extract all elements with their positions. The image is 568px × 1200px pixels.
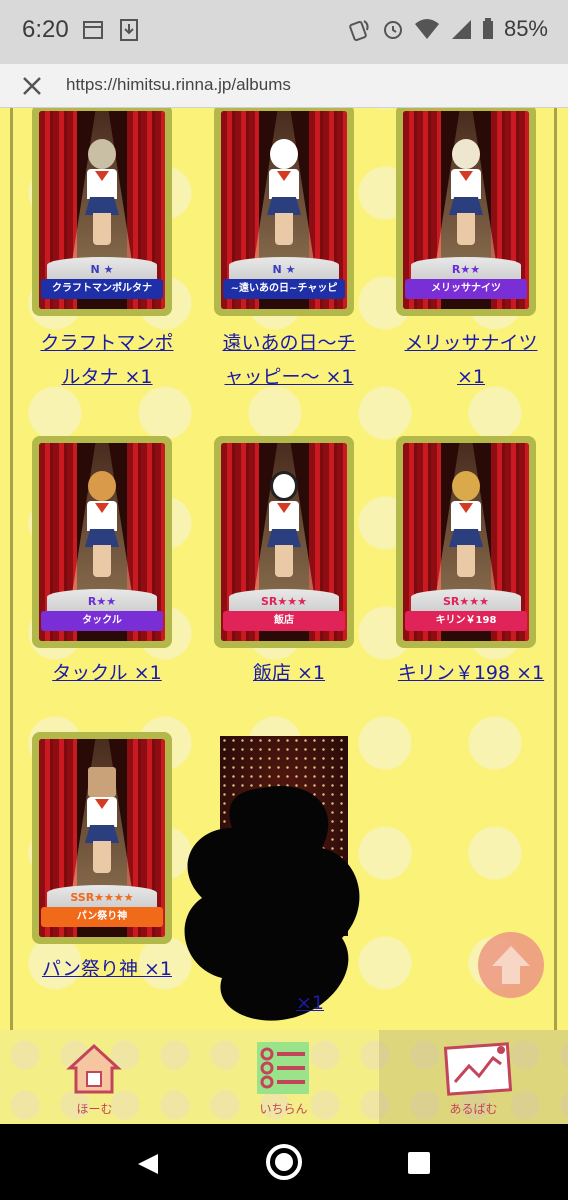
mystery-link-line2[interactable]: ×1 bbox=[210, 986, 370, 1020]
name-ribbon: ~遠いあの日~チャッピ bbox=[223, 279, 345, 299]
battery-percent: 85% bbox=[503, 16, 548, 41]
card-link-line2[interactable]: ルタナ ×1 bbox=[22, 360, 192, 394]
mystery-card-link[interactable]: ×1 bbox=[210, 952, 370, 1020]
card-link-line1[interactable]: キリン￥198 ×1 bbox=[386, 656, 556, 690]
card-frame: SR★★★ 飯店 bbox=[214, 436, 354, 648]
rarity-label: SR★★★ bbox=[443, 595, 489, 608]
status-right: 85% bbox=[348, 16, 548, 42]
character-figure bbox=[443, 139, 489, 257]
card-link[interactable]: パン祭り神 ×1 bbox=[22, 952, 192, 986]
alarm-icon bbox=[383, 21, 402, 39]
rarity-label: R★★ bbox=[451, 263, 481, 276]
name-ribbon: パン祭り神 bbox=[41, 907, 163, 927]
nav-album[interactable]: あるばむ bbox=[379, 1030, 568, 1124]
home-icon[interactable] bbox=[266, 1144, 302, 1180]
house-icon bbox=[66, 1043, 122, 1094]
nav-list[interactable]: いちらん bbox=[189, 1030, 378, 1124]
nav-home[interactable]: ほーむ bbox=[0, 1030, 189, 1124]
battery-icon bbox=[482, 18, 493, 39]
recent-apps-icon[interactable] bbox=[408, 1152, 430, 1174]
card-link[interactable]: 遠いあの日～チ ャッピー～ ×1 bbox=[204, 326, 374, 394]
character-figure bbox=[79, 471, 125, 589]
card-image: R★★ タックル bbox=[39, 443, 165, 641]
card-link-line1[interactable]: メリッサナイツ bbox=[386, 326, 556, 360]
card-image: N ★ クラフトマンポルタナ bbox=[39, 111, 165, 309]
character-figure bbox=[79, 139, 125, 257]
card-link[interactable]: クラフトマンポ ルタナ ×1 bbox=[22, 326, 192, 394]
card-link-line1[interactable]: タックル ×1 bbox=[22, 656, 192, 690]
calendar-icon bbox=[83, 21, 103, 39]
nav-home-label: ほーむ bbox=[76, 1102, 113, 1116]
rarity-label: N ★ bbox=[90, 263, 114, 276]
rarity-label: N ★ bbox=[272, 263, 296, 276]
card-frame: R★★ タックル bbox=[32, 436, 172, 648]
notification-icons bbox=[82, 18, 140, 42]
card-image: R★★ メリッサナイツ bbox=[403, 111, 529, 309]
nav-album-label: あるばむ bbox=[449, 1102, 498, 1116]
name-ribbon: 飯店 bbox=[223, 611, 345, 631]
card-frame: SR★★★ キリン￥198 bbox=[396, 436, 536, 648]
card-image: N ★ ~遠いあの日~チャッピ bbox=[221, 111, 347, 309]
card-link-line1[interactable]: クラフトマンポ bbox=[22, 326, 192, 360]
frame-border-left bbox=[10, 108, 13, 1030]
character-figure bbox=[261, 471, 307, 589]
name-ribbon: キリン￥198 bbox=[405, 611, 527, 631]
rarity-label: SR★★★ bbox=[261, 595, 307, 608]
card-image: SR★★★ キリン￥198 bbox=[403, 443, 529, 641]
card-frame: N ★ ~遠いあの日~チャッピ bbox=[214, 108, 354, 316]
album-content[interactable]: N ★ クラフトマンポルタナ クラフトマンポ ルタナ ×1 N ★ ~遠いあの日… bbox=[0, 108, 568, 1030]
character-figure bbox=[443, 471, 489, 589]
scroll-to-top-button[interactable] bbox=[478, 932, 544, 998]
character-figure bbox=[261, 139, 307, 257]
card-frame: R★★ メリッサナイツ bbox=[396, 108, 536, 316]
wifi-icon bbox=[414, 19, 439, 39]
card-link[interactable]: 飯店 ×1 bbox=[204, 656, 374, 690]
name-ribbon: メリッサナイツ bbox=[405, 279, 527, 299]
card-frame: SSR★★★★ パン祭り神 bbox=[32, 732, 172, 944]
download-icon bbox=[120, 19, 138, 41]
mystery-link-line1[interactable] bbox=[210, 952, 370, 986]
system-navigation-bar bbox=[0, 1124, 568, 1200]
card-link-line1[interactable]: 飯店 ×1 bbox=[204, 656, 374, 690]
card-link-line2[interactable]: ×1 bbox=[386, 360, 556, 394]
signal-icon bbox=[451, 20, 471, 39]
name-ribbon: タックル bbox=[41, 611, 163, 631]
character-figure bbox=[79, 767, 125, 885]
card-link[interactable]: キリン￥198 ×1 bbox=[386, 656, 556, 690]
card-frame: N ★ クラフトマンポルタナ bbox=[32, 108, 172, 316]
status-bar: 6:20 85% bbox=[0, 0, 568, 64]
nfc-icon bbox=[349, 20, 369, 41]
card-link[interactable]: メリッサナイツ ×1 bbox=[386, 326, 556, 394]
card-image: SSR★★★★ パン祭り神 bbox=[39, 739, 165, 937]
rarity-label: SSR★★★★ bbox=[70, 891, 134, 904]
status-time: 6:20 bbox=[22, 16, 69, 43]
frame-border-right bbox=[554, 108, 557, 1030]
browser-url-bar: https://himitsu.rinna.jp/albums bbox=[0, 64, 568, 108]
card-link-line2[interactable]: ャッピー～ ×1 bbox=[204, 360, 374, 394]
name-ribbon: クラフトマンポルタナ bbox=[41, 279, 163, 299]
bottom-navigation: ほーむ いちらん あるばむ bbox=[0, 1030, 568, 1124]
card-link-line1[interactable]: 遠いあの日～チ bbox=[204, 326, 374, 360]
album-chart-icon bbox=[443, 1042, 513, 1096]
url-text: https://himitsu.rinna.jp/albums bbox=[66, 75, 291, 94]
nav-list-label: いちらん bbox=[259, 1102, 308, 1116]
card-link-line1[interactable]: パン祭り神 ×1 bbox=[22, 952, 192, 986]
card-link[interactable]: タックル ×1 bbox=[22, 656, 192, 690]
back-icon[interactable] bbox=[136, 1152, 160, 1176]
card-image: SR★★★ 飯店 bbox=[221, 443, 347, 641]
list-icon bbox=[257, 1042, 309, 1094]
rarity-label: R★★ bbox=[87, 595, 117, 608]
close-icon[interactable] bbox=[20, 74, 44, 98]
arrow-up-icon bbox=[492, 946, 530, 984]
